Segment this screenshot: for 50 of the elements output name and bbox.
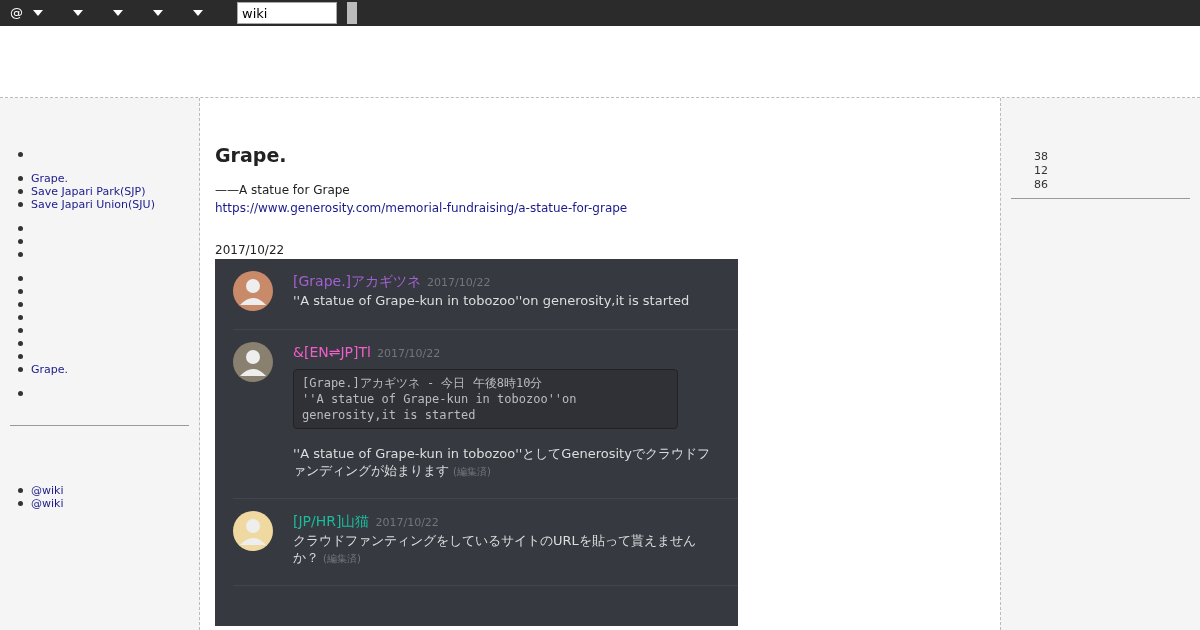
sidebar-link[interactable]: Grape. xyxy=(31,172,69,185)
bullet-icon xyxy=(18,302,23,307)
bullet-icon xyxy=(18,252,23,257)
page-title: Grape. xyxy=(215,144,288,167)
menu-caret-icon[interactable] xyxy=(153,10,163,16)
sidebar-link[interactable]: Save Japari Union(SJU) xyxy=(31,198,155,211)
bullet-icon xyxy=(18,354,23,359)
message-time: 2017/10/22 xyxy=(427,275,491,289)
quote-line: [Grape.]アカギツネ - 今日 午後8時10分 xyxy=(302,374,544,391)
bullet-icon xyxy=(18,488,23,493)
date-text: 2017/10/22 xyxy=(215,241,286,259)
bullet-icon xyxy=(18,239,23,244)
menu-caret-icon[interactable] xyxy=(113,10,123,16)
url-link[interactable]: https://www.generosity.com/memorial-fundraising/a-statue-for-grape xyxy=(215,198,628,217)
bullet-icon xyxy=(18,189,23,194)
bullet-icon xyxy=(18,276,23,281)
message-time: 2017/10/22 xyxy=(375,515,439,529)
author-name[interactable]: &[EN⇌JP]Tl xyxy=(293,343,371,360)
count-text: 12 xyxy=(1033,164,1049,178)
menu-caret-icon[interactable] xyxy=(193,10,203,16)
message-time: 2017/10/22 xyxy=(376,346,441,360)
menu-caret-icon[interactable] xyxy=(73,10,83,16)
bullet-icon xyxy=(18,501,23,506)
avatar xyxy=(233,510,273,551)
bullet-icon xyxy=(18,176,23,181)
sidebar-link[interactable]: @wiki xyxy=(31,484,64,497)
avatar xyxy=(233,341,273,382)
logo-text: @ xyxy=(10,4,23,23)
bullet-icon xyxy=(18,367,23,372)
bullet-icon xyxy=(18,226,23,231)
sidebar-link[interactable]: Grape. xyxy=(31,363,69,376)
bullet-icon xyxy=(18,328,23,333)
bullet-icon xyxy=(18,202,23,207)
bullet-icon xyxy=(18,341,23,346)
count-text: 38 xyxy=(1033,150,1049,164)
quote-line: generosity,it is started xyxy=(302,406,477,423)
search-field[interactable]: wiki xyxy=(237,2,337,24)
subtitle-text: ——A statue for Grape xyxy=(215,181,351,199)
bullet-icon xyxy=(18,315,23,320)
sidebar-link[interactable]: @wiki xyxy=(31,497,64,510)
message-text: ''A statue of Grape-kun in tobozoo''on generosity,it is started xyxy=(293,291,691,309)
author-name[interactable]: [JP/HR]山猫 xyxy=(293,512,370,529)
menu-caret-icon[interactable] xyxy=(33,10,43,16)
bullet-icon xyxy=(18,289,23,294)
bullet-icon xyxy=(18,152,23,157)
avatar xyxy=(233,270,273,311)
sidebar-link[interactable]: Save Japari Park(SJP) xyxy=(31,185,146,198)
quote-line: ''A statue of Grape-kun in tobozoo''on xyxy=(302,390,578,407)
count-text: 86 xyxy=(1033,178,1049,192)
bullet-icon xyxy=(18,391,23,396)
